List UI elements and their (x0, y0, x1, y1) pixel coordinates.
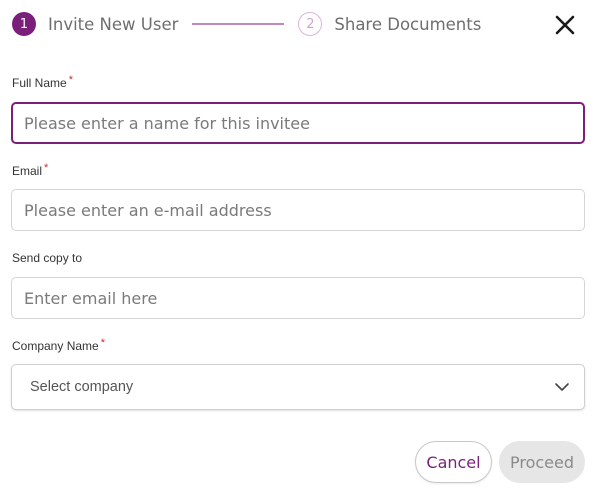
full-name-label: Full Name * (12, 74, 73, 90)
email-label: Email * (12, 162, 49, 178)
proceed-button[interactable]: Proceed (499, 441, 585, 483)
invite-user-dialog: 1 Invite New User 2 Share Documents Full… (0, 0, 600, 493)
send-copy-label-text: Send copy to (12, 251, 83, 265)
cancel-button-label: Cancel (426, 452, 481, 472)
full-name-input[interactable] (11, 102, 585, 144)
required-mark: * (100, 337, 105, 349)
send-copy-input[interactable] (11, 277, 585, 319)
close-button[interactable] (551, 11, 579, 39)
company-name-label: Company Name * (12, 337, 105, 353)
email-input[interactable] (11, 189, 585, 231)
required-mark: * (44, 162, 49, 174)
step-1-label: Invite New User (48, 14, 179, 34)
step-1-indicator: 1 (12, 12, 36, 36)
email-label-text: Email (12, 164, 43, 178)
proceed-button-label: Proceed (509, 452, 575, 472)
step-connector (192, 23, 285, 25)
close-icon (555, 15, 575, 35)
required-mark: * (68, 74, 73, 86)
step-2-indicator: 2 (298, 12, 323, 36)
chevron-down-icon (555, 383, 569, 391)
stepper: 1 Invite New User 2 Share Documents (12, 11, 481, 37)
cancel-button[interactable]: Cancel (415, 441, 492, 483)
company-name-label-text: Company Name (12, 339, 99, 353)
company-select-value: Select company (30, 379, 134, 395)
company-select[interactable]: Select company (11, 364, 585, 410)
step-2-number: 2 (306, 16, 315, 32)
step-2-label: Share Documents (334, 14, 482, 34)
step-1-number: 1 (19, 16, 29, 32)
send-copy-label: Send copy to (12, 251, 82, 265)
full-name-label-text: Full Name (12, 76, 67, 90)
